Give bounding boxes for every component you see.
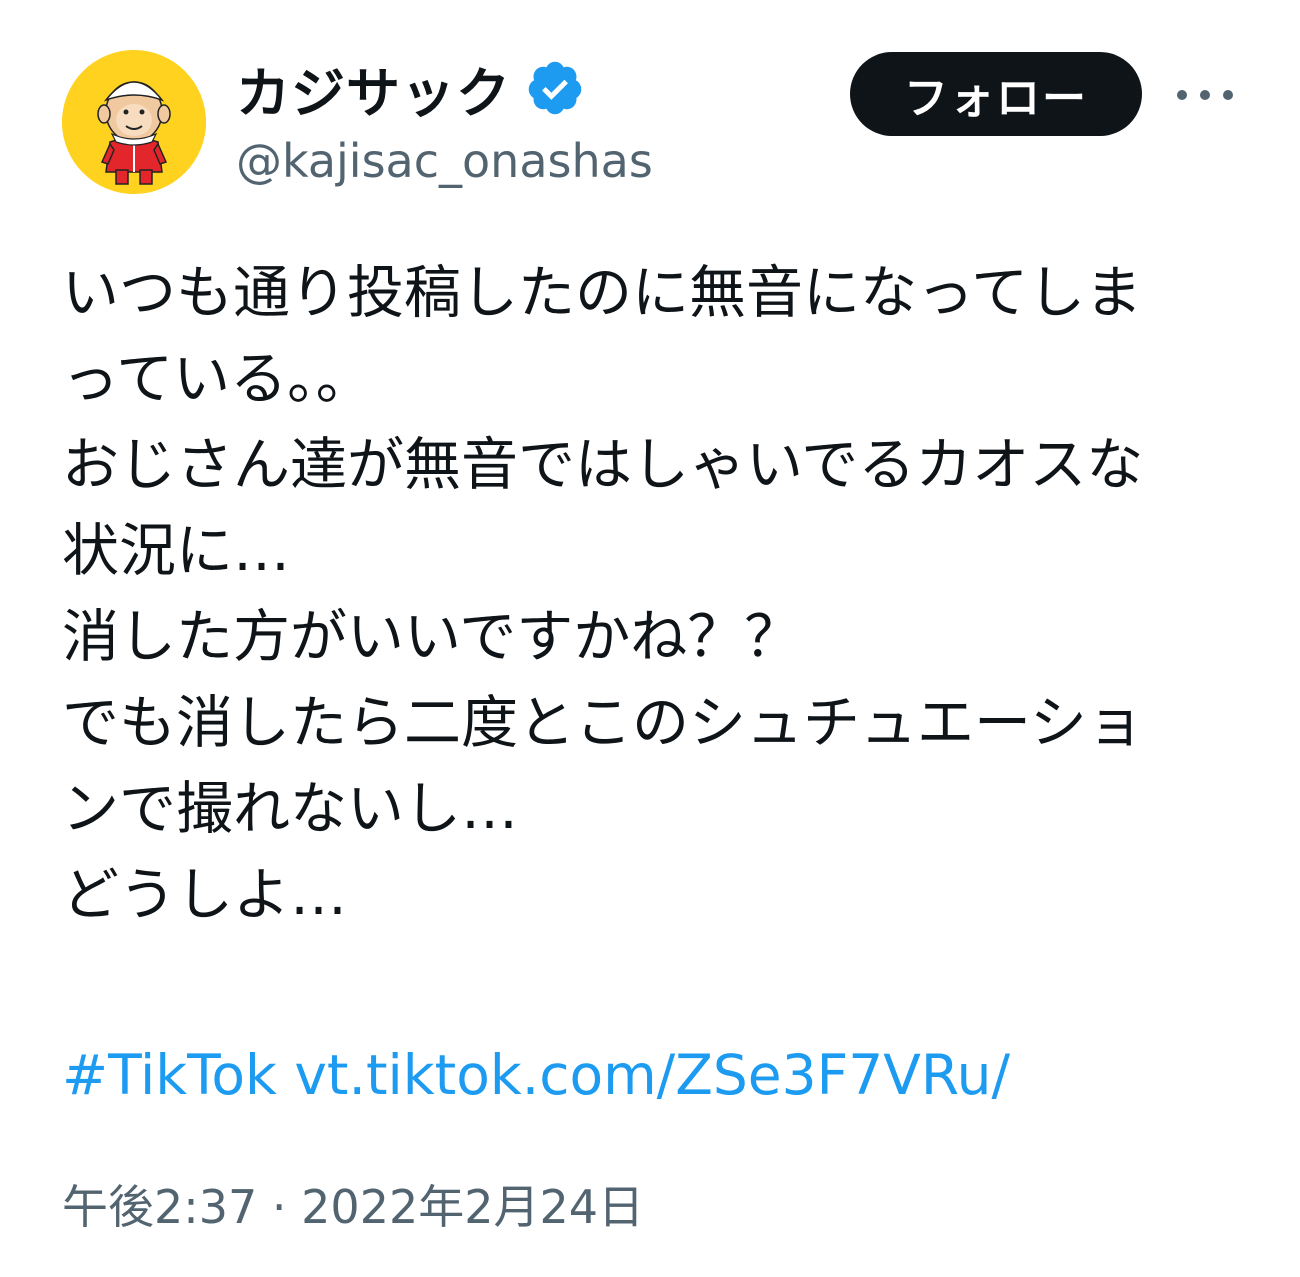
url-link[interactable]: vt.tiktok.com/ZSe3F7VRu/ — [294, 1043, 1010, 1107]
tweet-line: っている。。 — [62, 346, 373, 412]
tweet-line: おじさん達が無音ではしゃいでるカオスな — [62, 432, 1144, 498]
tweet-timestamp[interactable]: 午後2:37 · 2022年2月24日 — [62, 1172, 644, 1242]
user-handle[interactable]: @kajisac_onashas — [236, 134, 653, 188]
tweet-line: でも消したら二度とこのシュチュエーショ — [62, 690, 1144, 756]
more-options-button[interactable] — [1172, 70, 1238, 120]
display-name[interactable]: カジサック — [236, 49, 511, 128]
hashtag-link[interactable]: #TikTok — [62, 1043, 277, 1107]
tweet-line: どうしよ… — [62, 862, 347, 928]
more-horizontal-icon — [1177, 90, 1233, 100]
tweet-line: ンで撮れないし… — [62, 776, 518, 842]
tweet-line: 状況に… — [62, 518, 290, 584]
tweet-text: いつも通り投稿したのに無音になってしま っている。。 おじさん達が無音ではしゃい… — [62, 250, 1242, 938]
follow-button[interactable]: フォロー — [850, 52, 1142, 136]
avatar[interactable] — [62, 50, 206, 194]
display-name-row[interactable]: カジサック — [236, 50, 585, 126]
tweet-line: いつも通り投稿したのに無音になってしま — [62, 260, 1143, 326]
verified-badge-icon — [525, 58, 585, 118]
tweet-line: 消した方がいいですかね？？ — [62, 604, 802, 670]
avatar-illustration — [62, 50, 206, 194]
tweet-links: #TikTok vt.tiktok.com/ZSe3F7VRu/ — [62, 1040, 1010, 1110]
